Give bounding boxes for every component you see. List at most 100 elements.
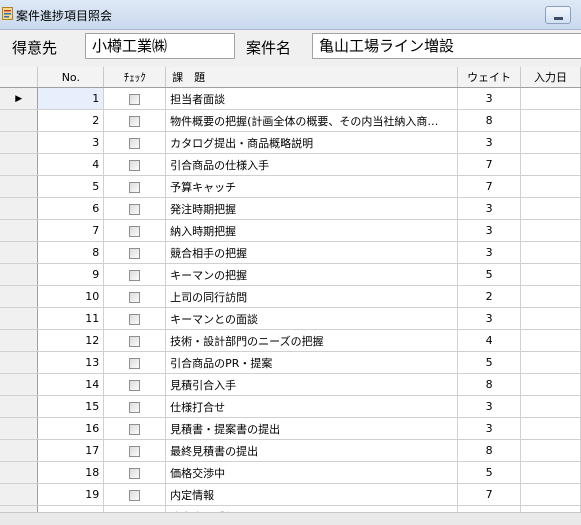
cell-no[interactable]: 6 <box>37 197 105 220</box>
cell-weight[interactable]: 3 <box>457 87 522 110</box>
cell-weight[interactable]: 5 <box>457 461 522 484</box>
cell-weight[interactable]: 5 <box>457 263 522 286</box>
cell-weight[interactable]: 8 <box>457 439 522 462</box>
row-checkbox[interactable] <box>129 203 141 215</box>
table-row[interactable]: 10 上司の同行訪問 2 <box>0 285 581 308</box>
cell-no[interactable]: 8 <box>37 241 105 264</box>
row-header[interactable] <box>0 197 39 220</box>
row-checkbox[interactable] <box>129 159 141 171</box>
cell-date[interactable] <box>520 373 581 396</box>
row-header[interactable] <box>0 417 39 440</box>
cell-date[interactable] <box>520 329 581 352</box>
row-header[interactable] <box>0 285 39 308</box>
row-header[interactable] <box>0 219 39 242</box>
cell-task[interactable]: 物件概要の把握(計画全体の概要、その内当社納入商… <box>165 109 459 132</box>
table-row[interactable]: 18 価格交渉中 5 <box>0 461 581 484</box>
cell-weight[interactable]: 7 <box>457 153 522 176</box>
cell-date[interactable] <box>520 351 581 374</box>
row-header[interactable] <box>0 307 39 330</box>
cell-date[interactable] <box>520 263 581 286</box>
row-checkbox[interactable] <box>129 93 141 105</box>
cell-no[interactable]: 2 <box>37 109 105 132</box>
cell-date[interactable] <box>520 483 581 506</box>
col-header-no[interactable]: No. <box>37 67 105 88</box>
table-row[interactable]: 16 見積書・提案書の提出 3 <box>0 417 581 440</box>
row-checkbox[interactable] <box>129 445 141 457</box>
cell-no[interactable]: 11 <box>37 307 105 330</box>
cell-task[interactable]: キーマンの把握 <box>165 263 459 286</box>
col-header-weight[interactable]: ウェイト <box>457 67 522 88</box>
row-header[interactable] <box>0 351 39 374</box>
table-row[interactable]: 8 競合相手の把握 3 <box>0 241 581 264</box>
cell-no[interactable]: 13 <box>37 351 105 374</box>
cell-no[interactable]: 4 <box>37 153 105 176</box>
cell-weight[interactable]: 8 <box>457 109 522 132</box>
cell-date[interactable] <box>520 109 581 132</box>
project-name-field[interactable]: 亀山工場ライン増設 <box>312 33 581 59</box>
cell-no[interactable]: 5 <box>37 175 105 198</box>
cell-weight[interactable]: 3 <box>457 219 522 242</box>
row-checkbox[interactable] <box>129 181 141 193</box>
row-checkbox[interactable] <box>129 379 141 391</box>
row-checkbox[interactable] <box>129 401 141 413</box>
row-header[interactable] <box>0 131 39 154</box>
cell-weight[interactable]: 8 <box>457 373 522 396</box>
cell-date[interactable] <box>520 241 581 264</box>
cell-task[interactable]: 競合相手の把握 <box>165 241 459 264</box>
cell-weight[interactable]: 3 <box>457 131 522 154</box>
cell-no[interactable]: 17 <box>37 439 105 462</box>
table-row[interactable]: 2 物件概要の把握(計画全体の概要、その内当社納入商… 8 <box>0 109 581 132</box>
row-checkbox[interactable] <box>129 115 141 127</box>
row-checkbox[interactable] <box>129 247 141 259</box>
col-header-date[interactable]: 入力日 <box>520 67 581 88</box>
row-header[interactable] <box>0 109 39 132</box>
row-checkbox[interactable] <box>129 357 141 369</box>
cell-no[interactable]: 7 <box>37 219 105 242</box>
cell-weight[interactable]: 3 <box>457 241 522 264</box>
table-row[interactable]: 15 仕様打合せ 3 <box>0 395 581 418</box>
table-row[interactable]: 3 カタログ提出・商品概略説明 3 <box>0 131 581 154</box>
cell-date[interactable] <box>520 175 581 198</box>
cell-date[interactable] <box>520 285 581 308</box>
cell-date[interactable] <box>520 219 581 242</box>
row-header[interactable] <box>0 241 39 264</box>
table-row[interactable]: ▶ 1 担当者面談 3 <box>0 87 581 110</box>
cell-no[interactable]: 15 <box>37 395 105 418</box>
row-checkbox[interactable] <box>129 313 141 325</box>
cell-no[interactable]: 12 <box>37 329 105 352</box>
cell-no[interactable]: 10 <box>37 285 105 308</box>
cell-task[interactable]: キーマンとの面談 <box>165 307 459 330</box>
cell-task[interactable]: 内定情報 <box>165 483 459 506</box>
table-row[interactable]: 6 発注時期把握 3 <box>0 197 581 220</box>
cell-task[interactable]: 見積引合入手 <box>165 373 459 396</box>
row-checkbox[interactable] <box>129 489 141 501</box>
cell-no[interactable]: 1 <box>37 87 105 110</box>
col-header-check[interactable]: ﾁｪｯｸ <box>103 67 167 88</box>
row-header[interactable] <box>0 373 39 396</box>
cell-weight[interactable]: 3 <box>457 197 522 220</box>
table-row[interactable]: 7 納入時期把握 3 <box>0 219 581 242</box>
row-checkbox[interactable] <box>129 269 141 281</box>
cell-task[interactable]: 見積書・提案書の提出 <box>165 417 459 440</box>
cell-weight[interactable]: 4 <box>457 329 522 352</box>
cell-weight[interactable]: 7 <box>457 483 522 506</box>
row-checkbox[interactable] <box>129 137 141 149</box>
cell-date[interactable] <box>520 87 581 110</box>
cell-date[interactable] <box>520 131 581 154</box>
table-row[interactable]: 14 見積引合入手 8 <box>0 373 581 396</box>
cell-weight[interactable]: 7 <box>457 175 522 198</box>
row-header[interactable] <box>0 483 39 506</box>
row-header[interactable] <box>0 175 39 198</box>
cell-date[interactable] <box>520 307 581 330</box>
row-header[interactable]: ▶ <box>0 87 39 110</box>
cell-date[interactable] <box>520 395 581 418</box>
row-checkbox[interactable] <box>129 291 141 303</box>
row-header[interactable] <box>0 439 39 462</box>
cell-task[interactable]: 技術・設計部門のニーズの把握 <box>165 329 459 352</box>
customer-field[interactable]: 小樽工業㈱ <box>85 33 235 59</box>
table-row[interactable]: 5 予算キャッチ 7 <box>0 175 581 198</box>
cell-no[interactable]: 19 <box>37 483 105 506</box>
row-checkbox[interactable] <box>129 335 141 347</box>
row-header[interactable] <box>0 329 39 352</box>
cell-task[interactable]: 発注時期把握 <box>165 197 459 220</box>
